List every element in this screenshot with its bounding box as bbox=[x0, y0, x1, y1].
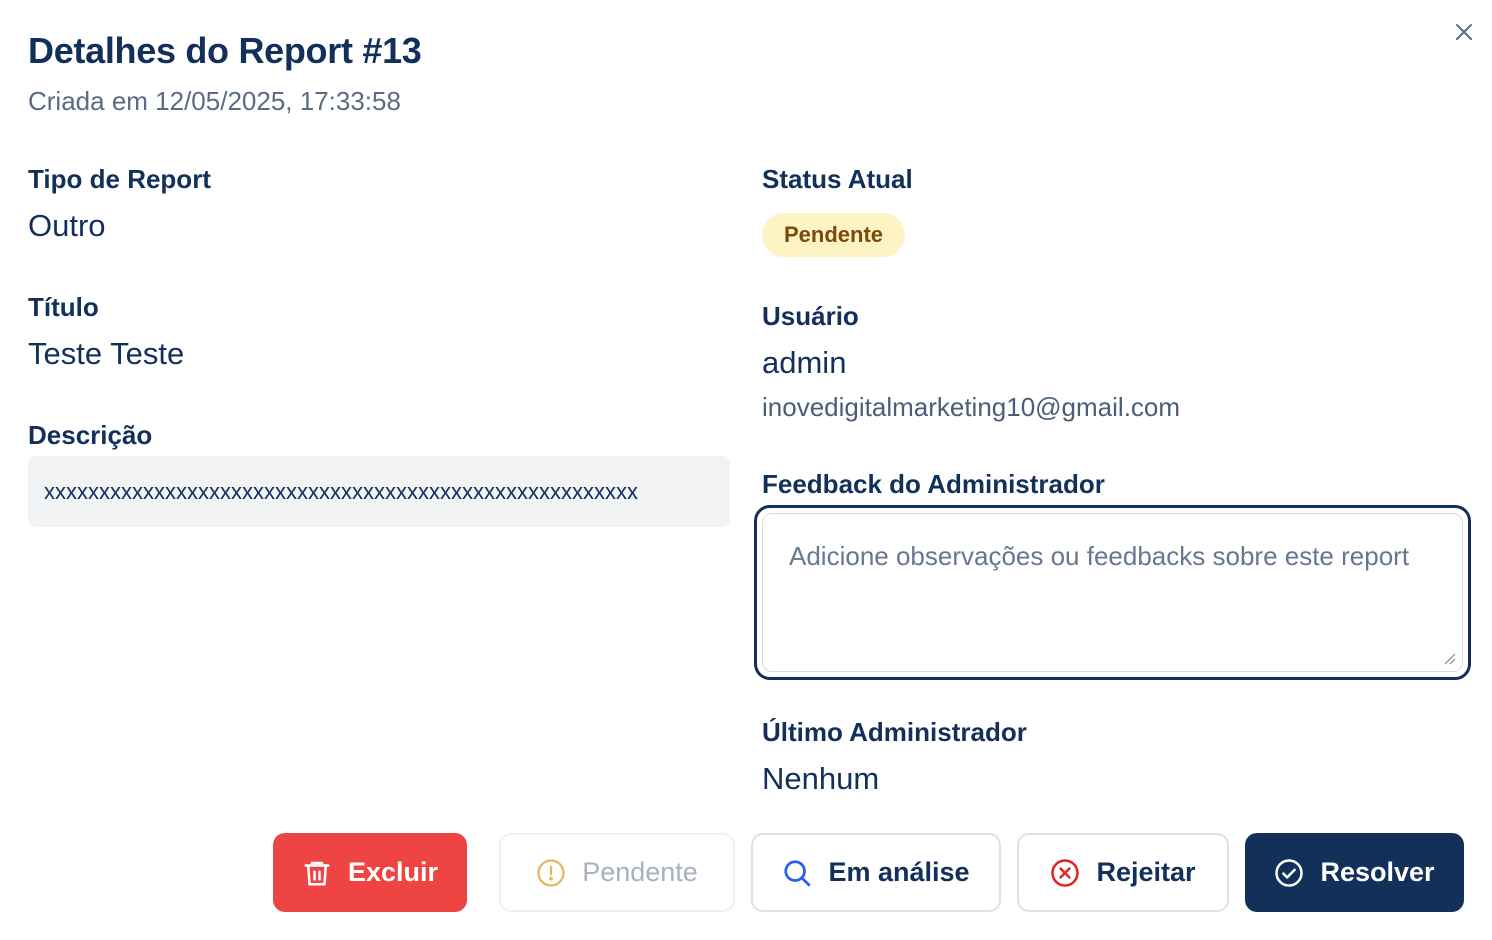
user-label: Usuário bbox=[762, 301, 859, 331]
delete-button[interactable]: Excluir bbox=[273, 833, 467, 912]
alert-circle-icon bbox=[537, 858, 565, 887]
report-title-label: Título bbox=[28, 292, 99, 322]
report-title-value: Teste Teste bbox=[28, 336, 185, 371]
check-circle-icon bbox=[1275, 858, 1304, 887]
in-review-button-label: Em análise bbox=[828, 857, 970, 887]
feedback-field-focus-ring bbox=[754, 505, 1471, 680]
resolve-button[interactable]: Resolver bbox=[1245, 833, 1464, 912]
pending-button[interactable]: Pendente bbox=[499, 833, 735, 912]
x-circle-icon bbox=[1051, 858, 1080, 887]
report-type-value: Outro bbox=[28, 208, 106, 243]
user-email: inovedigitalmarketing10@gmail.com bbox=[762, 392, 1181, 422]
close-button[interactable] bbox=[1448, 16, 1480, 48]
status-label: Status Atual bbox=[762, 164, 913, 194]
last-admin-value: Nenhum bbox=[762, 761, 880, 796]
resize-grip-icon[interactable] bbox=[1442, 651, 1456, 665]
feedback-label: Feedback do Administrador bbox=[762, 469, 1105, 499]
trash-icon bbox=[304, 861, 330, 885]
feedback-textarea[interactable] bbox=[762, 513, 1463, 672]
dialog-title: Detalhes do Report #13 bbox=[28, 30, 422, 71]
description-box: xxxxxxxxxxxxxxxxxxxxxxxxxxxxxxxxxxxxxxxx… bbox=[28, 456, 730, 527]
created-at: Criada em 12/05/2025, 17:33:58 bbox=[28, 86, 401, 116]
report-type-label: Tipo de Report bbox=[28, 164, 211, 194]
delete-button-label: Excluir bbox=[347, 857, 439, 887]
last-admin-label: Último Administrador bbox=[762, 717, 1027, 747]
in-review-button[interactable]: Em análise bbox=[751, 833, 1001, 912]
report-details-dialog: Detalhes do Report #13 Criada em 12/05/2… bbox=[0, 0, 1492, 940]
description-label: Descrição bbox=[28, 420, 153, 450]
reject-button-label: Rejeitar bbox=[1096, 857, 1196, 887]
reject-button[interactable]: Rejeitar bbox=[1017, 833, 1229, 912]
search-icon bbox=[784, 859, 811, 886]
status-badge: Pendente bbox=[762, 213, 906, 257]
pending-button-label: Pendente bbox=[582, 857, 698, 887]
close-icon bbox=[1456, 24, 1472, 40]
user-name: admin bbox=[762, 345, 847, 380]
resolve-button-label: Resolver bbox=[1320, 857, 1435, 887]
